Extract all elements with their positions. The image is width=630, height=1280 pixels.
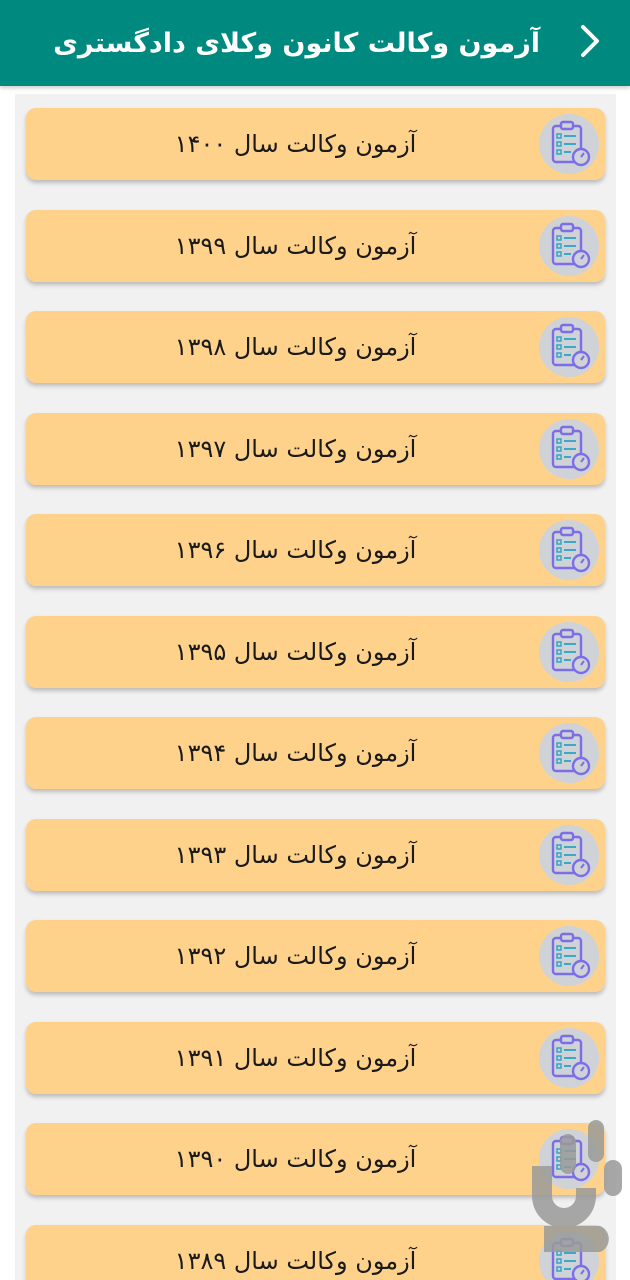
exam-item-label: آزمون وکالت سال ۱۳۹۰: [174, 1145, 417, 1173]
exam-item-label: آزمون وکالت سال ۱۳۹۳: [174, 840, 417, 869]
app-screen: آزمون وکالت کانون وکلای دادگستری آزمون و…: [0, 0, 630, 1280]
exam-list-item[interactable]: آزمون وکالت سال ۱۳۹۷: [26, 412, 605, 485]
exam-item-label: آزمون وکالت سال ۱۳۹۹: [174, 231, 417, 260]
exam-item-label: آزمون وکالت سال ۱۳۹۲: [174, 942, 417, 970]
exam-clipboard-icon: [539, 824, 599, 885]
exam-item-label: آزمون وکالت سال ۱۳۹۴: [174, 739, 417, 767]
exam-list-container[interactable]: آزمون وکالت سال ۱۴۰۰ آزمون وکالت سال ۱۳۹…: [15, 94, 616, 1280]
exam-clipboard-icon: [539, 926, 599, 986]
exam-clipboard-icon: [539, 215, 599, 276]
exam-list-item[interactable]: آزمون وکالت سال ۱۴۰۰: [26, 108, 605, 180]
exam-clipboard-icon: [539, 621, 599, 682]
exam-clipboard-icon: [539, 1027, 599, 1088]
exam-item-label: آزمون وکالت سال ۱۴۰۰: [174, 130, 417, 158]
exam-list-item[interactable]: آزمون وکالت سال ۱۳۹۱: [26, 1021, 605, 1094]
exam-clipboard-icon: [539, 520, 599, 580]
exam-clipboard-icon: [539, 317, 599, 377]
exam-list-item[interactable]: آزمون وکالت سال ۱۳۹۹: [26, 209, 605, 282]
exam-list-item[interactable]: آزمون وکالت سال ۱۳۹۳: [26, 818, 605, 891]
exam-list-item[interactable]: آزمون وکالت سال ۱۳۹۰: [26, 1123, 605, 1195]
exam-list-item[interactable]: آزمون وکالت سال ۱۳۹۶: [26, 514, 605, 586]
exam-clipboard-icon: [539, 114, 599, 174]
exam-item-label: آزمون وکالت سال ۱۳۹۸: [174, 333, 417, 361]
page-title: آزمون وکالت کانون وکلای دادگستری: [53, 27, 540, 59]
exam-clipboard-icon: [539, 723, 599, 783]
exam-list-item[interactable]: آزمون وکالت سال ۱۳۹۴: [26, 717, 605, 789]
exam-list-item[interactable]: آزمون وکالت سال ۱۳۸۹: [26, 1224, 605, 1280]
exam-item-label: آزمون وکالت سال ۱۳۹۵: [174, 637, 417, 666]
exam-item-label: آزمون وکالت سال ۱۳۹۶: [174, 536, 417, 564]
chevron-right-icon: [579, 24, 601, 62]
exam-list-item[interactable]: آزمون وکالت سال ۱۳۹۸: [26, 311, 605, 383]
exam-item-label: آزمون وکالت سال ۱۳۹۷: [174, 434, 417, 463]
back-button[interactable]: [570, 23, 610, 63]
app-bar: آزمون وکالت کانون وکلای دادگستری: [0, 0, 630, 86]
exam-clipboard-icon: [539, 418, 599, 479]
exam-list-item[interactable]: آزمون وکالت سال ۱۳۹۵: [26, 615, 605, 688]
exam-item-label: آزمون وکالت سال ۱۳۹۱: [174, 1043, 417, 1072]
store-logo-watermark: [524, 1120, 626, 1252]
exam-item-label: آزمون وکالت سال ۱۳۸۹: [174, 1246, 417, 1275]
exam-list-item[interactable]: آزمون وکالت سال ۱۳۹۲: [26, 920, 605, 992]
